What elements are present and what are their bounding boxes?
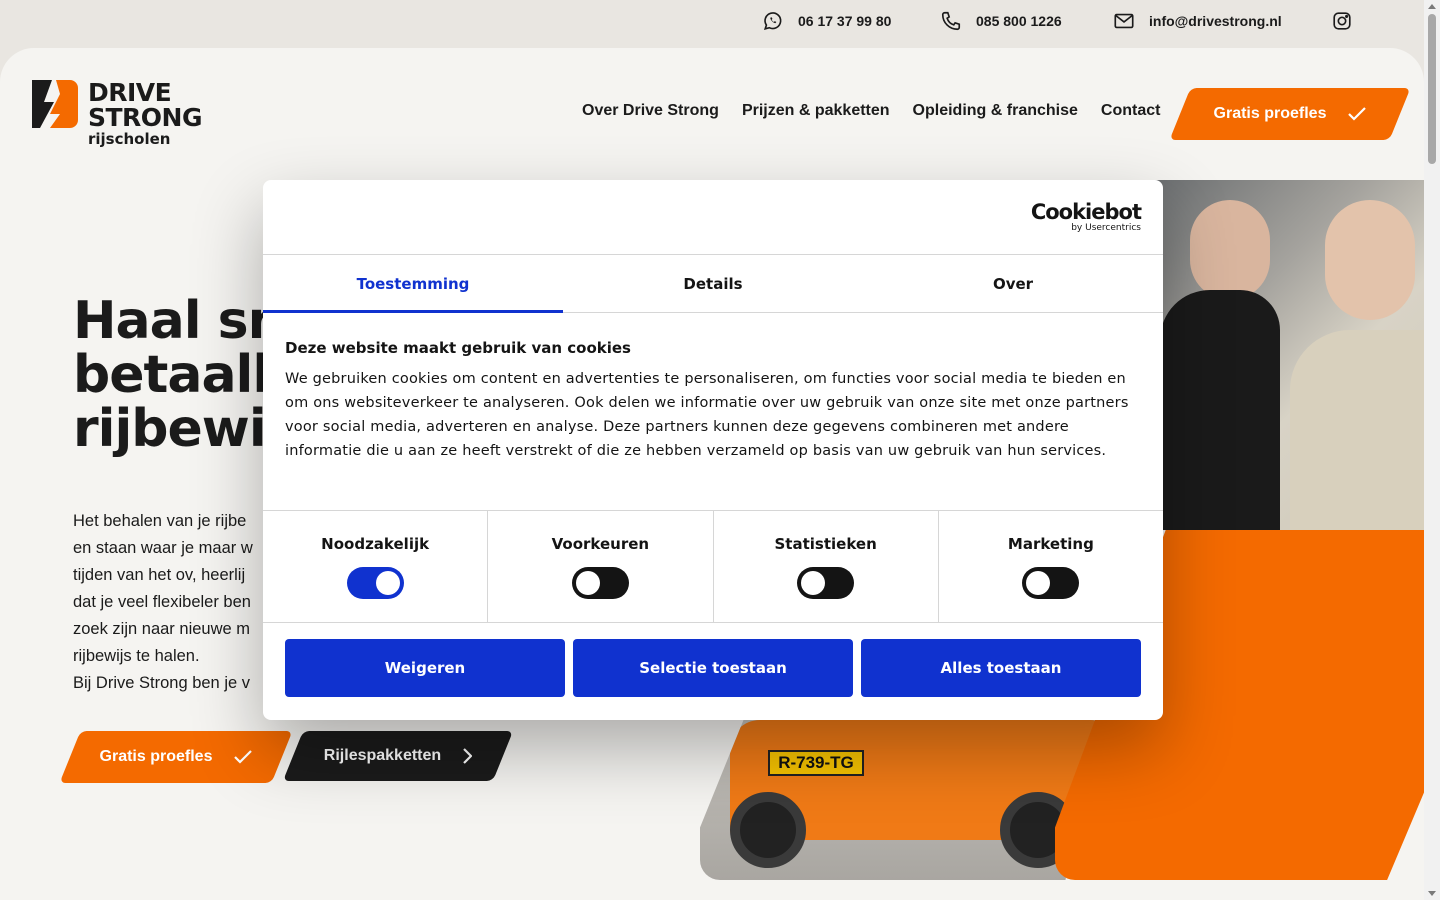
logo-line-strong: STRONG [88, 103, 203, 132]
cookie-dialog-header: Cookiebot by Usercentrics [263, 180, 1163, 255]
hero-rijlespakketten-button[interactable]: Rijlespakketten [282, 731, 514, 781]
toggle-noodzakelijk: Noodzakelijk [263, 511, 489, 622]
phone-number: 085 800 1226 [976, 13, 1062, 29]
checkmark-icon [1348, 107, 1367, 121]
instructor-photo [1150, 180, 1424, 530]
hero-proefles-label: Gratis proefles [99, 748, 213, 765]
checkmark-icon [234, 750, 253, 764]
top-contact-bar: 06 17 37 99 80 085 800 1226 info@drivest… [0, 0, 1424, 44]
instagram-link[interactable] [1331, 10, 1353, 32]
toggle-statistieken: Statistieken [714, 511, 939, 622]
nav-over-drive-strong[interactable]: Over Drive Strong [582, 102, 719, 120]
tab-toestemming[interactable]: Toestemming [263, 255, 563, 313]
cookiebot-logo[interactable]: Cookiebot by Usercentrics [1030, 200, 1142, 234]
cookiebot-brand: Cookiebot [1030, 200, 1142, 224]
voorkeuren-switch[interactable] [571, 567, 629, 599]
cookie-consent-dialog: Cookiebot by Usercentrics Toestemming De… [263, 180, 1163, 720]
phone-link[interactable]: 085 800 1226 [940, 10, 1062, 32]
toggle-voorkeuren: Voorkeuren [488, 511, 714, 622]
cookie-tabs: Toestemming Details Over [263, 255, 1163, 313]
main-nav: Over Drive Strong Prijzen & pakketten Op… [582, 102, 1160, 120]
phone-icon [941, 11, 961, 31]
weigeren-button[interactable]: Weigeren [285, 639, 565, 697]
nav-cta-label: Gratis proefles [1213, 105, 1327, 122]
toggle-label: Statistieken [774, 535, 877, 553]
nav-contact[interactable]: Contact [1101, 102, 1161, 120]
cookie-toggles: Noodzakelijk Voorkeuren Statistieken Mar… [263, 511, 1163, 623]
mail-icon [1114, 13, 1134, 29]
cookie-body: Deze website maakt gebruik van cookies W… [263, 313, 1163, 511]
toggle-label: Voorkeuren [551, 535, 650, 553]
noodzakelijk-switch[interactable] [346, 567, 404, 599]
statistieken-switch[interactable] [797, 567, 855, 599]
hero-pakketten-label: Rijlespakketten [323, 747, 442, 764]
cookie-description: We gebruiken cookies om content en adver… [285, 371, 1129, 459]
tab-over[interactable]: Over [863, 255, 1163, 312]
license-plate: R-739-TG [768, 750, 864, 776]
logo-line-drive: DRIVE [88, 78, 172, 107]
chevron-right-icon [463, 748, 473, 764]
instagram-icon [1333, 12, 1351, 30]
whatsapp-number: 06 17 37 99 80 [798, 13, 892, 29]
scroll-thumb[interactable] [1428, 14, 1436, 164]
alles-toestaan-button[interactable]: Alles toestaan [861, 639, 1141, 697]
logo-text: DRIVE STRONG rijscholen [88, 78, 203, 148]
whatsapp-link[interactable]: 06 17 37 99 80 [762, 10, 891, 32]
marketing-switch[interactable] [1022, 567, 1080, 599]
cookie-heading: Deze website maakt gebruik van cookies [285, 339, 631, 357]
nav-prijzen-pakketten[interactable]: Prijzen & pakketten [742, 102, 890, 120]
nav-opleiding-franchise[interactable]: Opleiding & franchise [913, 102, 1078, 120]
tab-details[interactable]: Details [563, 255, 863, 312]
toggle-label: Marketing [1007, 535, 1094, 553]
scroll-up-arrow[interactable] [1428, 4, 1436, 9]
site-logo[interactable]: DRIVE STRONG rijscholen [32, 78, 203, 148]
whatsapp-icon [763, 12, 782, 30]
logo-line-rijscholen: rijscholen [88, 130, 171, 148]
selectie-toestaan-button[interactable]: Selectie toestaan [573, 639, 853, 697]
cookie-buttons: Weigeren Selectie toestaan Alles toestaa… [263, 623, 1163, 713]
cookiebot-brand-sub: by Usercentrics [1071, 223, 1141, 233]
nav-gratis-proefles-button[interactable]: Gratis proefles [1169, 88, 1411, 140]
scroll-down-arrow[interactable] [1428, 891, 1436, 896]
page-scrollbar[interactable] [1424, 0, 1440, 900]
email-address: info@drivestrong.nl [1149, 13, 1282, 29]
hero-gratis-proefles-button[interactable]: Gratis proefles [59, 731, 293, 783]
toggle-marketing: Marketing [939, 511, 1163, 622]
email-link[interactable]: info@drivestrong.nl [1113, 10, 1282, 32]
lightning-logo-icon [32, 80, 78, 128]
toggle-label: Noodzakelijk [321, 535, 430, 553]
